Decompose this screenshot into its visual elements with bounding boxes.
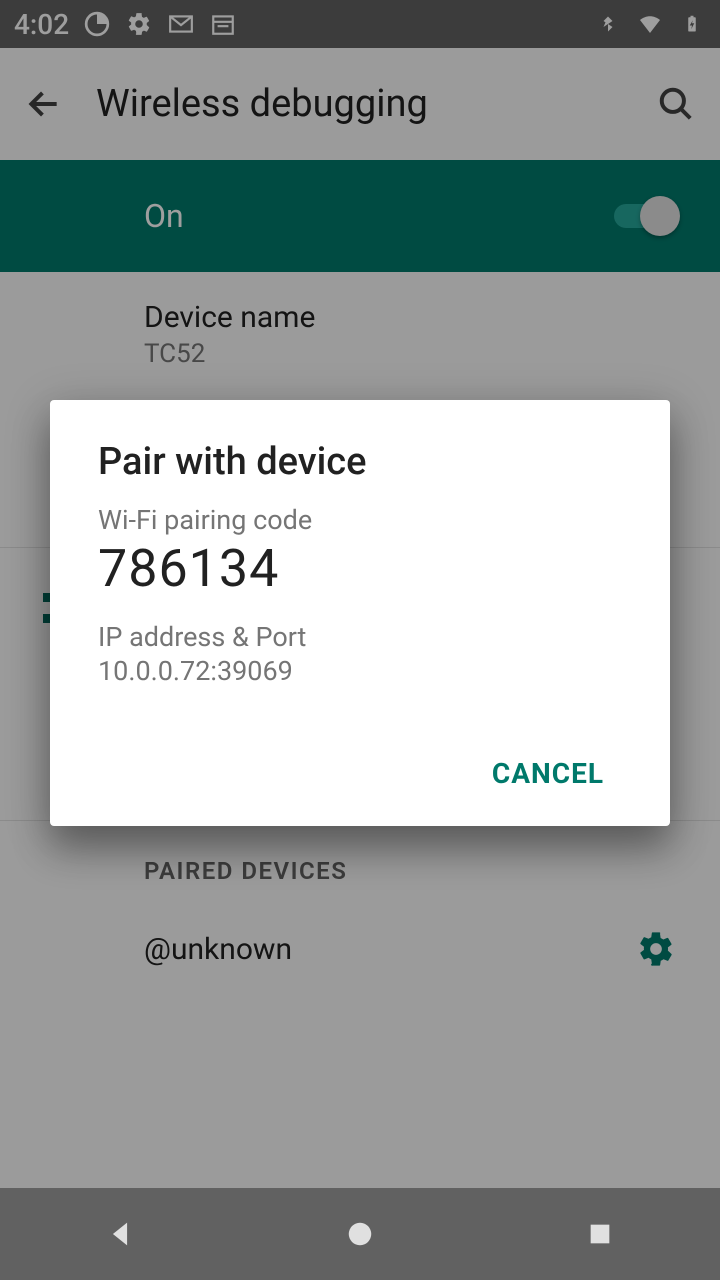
ip-port-label: IP address & Port (98, 621, 622, 653)
pairing-code-label: Wi-Fi pairing code (98, 504, 622, 536)
nav-recents-button[interactable] (580, 1214, 620, 1254)
square-recents-icon (586, 1220, 614, 1248)
pair-with-device-dialog: Pair with device Wi-Fi pairing code 7861… (50, 400, 670, 826)
dialog-title: Pair with device (98, 440, 622, 484)
nav-home-button[interactable] (340, 1214, 380, 1254)
circle-home-icon (345, 1219, 375, 1249)
nav-back-button[interactable] (100, 1214, 140, 1254)
ip-port-value: 10.0.0.72:39069 (98, 655, 622, 687)
pairing-code-value: 786134 (98, 538, 622, 599)
triangle-back-icon (103, 1217, 137, 1251)
screen: 4:02 4 (0, 0, 720, 1280)
cancel-button[interactable]: CANCEL (474, 745, 622, 802)
dialog-actions: CANCEL (98, 745, 622, 802)
navigation-bar (0, 1188, 720, 1280)
